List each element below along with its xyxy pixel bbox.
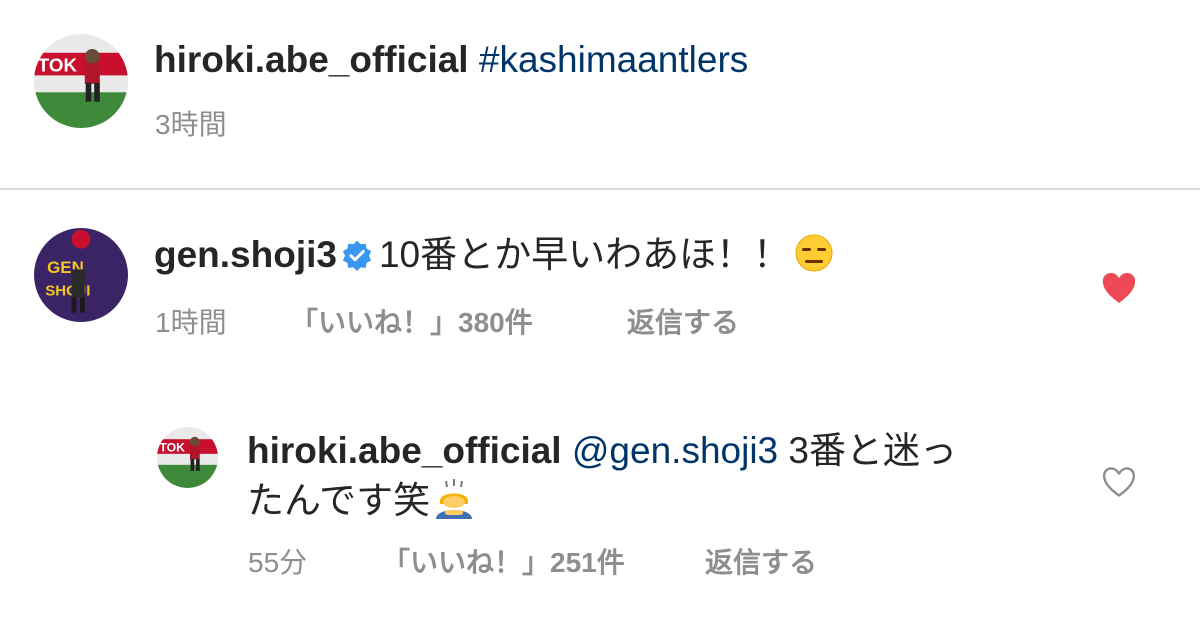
- comment-text: 10番とか早いわあほ！！: [378, 234, 791, 275]
- post-avatar[interactable]: TOK: [34, 34, 128, 128]
- reply-meta: 55分 「いいね！」251件 返信する: [248, 546, 817, 580]
- reply-body-line2: たんです笑: [247, 477, 476, 524]
- post-username[interactable]: hiroki.abe_official: [154, 39, 469, 80]
- post-caption: hiroki.abe_official #kashimaantlers: [154, 37, 748, 83]
- reply-body-line1: hiroki.abe_official @gen.shoji3 3番と迷っ: [247, 428, 957, 474]
- comment-avatar[interactable]: GEN SHOJI: [34, 228, 128, 322]
- comment-likes-count[interactable]: 「いいね！」380件: [290, 306, 533, 340]
- heart-filled-icon[interactable]: [1101, 272, 1137, 304]
- reply-mention[interactable]: @gen.shoji3: [572, 430, 778, 471]
- reply-time: 55分: [248, 547, 308, 578]
- post-time: 3時間: [155, 109, 227, 140]
- svg-text:TOK: TOK: [159, 440, 185, 454]
- reply-avatar[interactable]: TOK: [157, 427, 218, 488]
- person-bowing-emoji: [436, 479, 473, 519]
- reply-text-line1: 3番と迷っ: [788, 430, 957, 471]
- comment-body: gen.shoji3 10番とか早いわあほ！！: [154, 232, 834, 278]
- verified-badge-icon: [342, 240, 372, 271]
- reply-likes-count[interactable]: 「いいね！」251件: [382, 546, 625, 580]
- svg-text:TOK: TOK: [38, 55, 78, 76]
- heart-outline-icon[interactable]: [1101, 466, 1137, 498]
- comment-reply-button[interactable]: 返信する: [627, 306, 739, 340]
- comment-meta: 1時間 「いいね！」380件 返信する: [155, 306, 739, 340]
- reply-reply-button[interactable]: 返信する: [705, 546, 817, 580]
- reply-text-line2: たんです笑: [247, 480, 431, 521]
- reply-username[interactable]: hiroki.abe_official: [247, 430, 562, 471]
- expressionless-face-emoji: [795, 234, 833, 272]
- comment-username[interactable]: gen.shoji3: [154, 234, 337, 275]
- divider: [0, 188, 1200, 190]
- comment-time: 1時間: [155, 307, 227, 338]
- post-hashtag[interactable]: #kashimaantlers: [479, 39, 748, 80]
